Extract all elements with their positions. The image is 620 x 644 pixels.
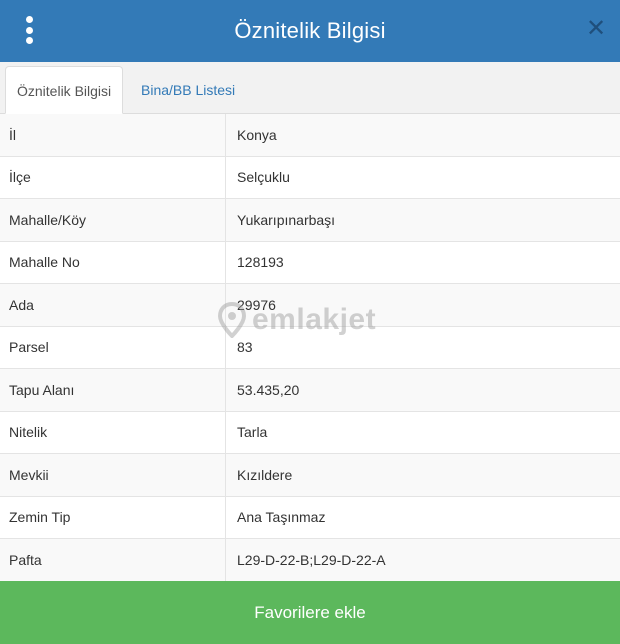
table-row: Nitelik Tarla [0,411,620,454]
row-label: Mahalle No [0,241,226,283]
table-row: Parsel 83 [0,326,620,369]
tab-bina-bb-listesi[interactable]: Bina/BB Listesi [130,66,246,114]
table-row: Mevkii Kızıldere [0,454,620,497]
row-value: Kızıldere [237,466,293,483]
table-row: Tapu Alanı 53.435,20 [0,369,620,412]
row-value: 83 [237,339,253,356]
modal-header: Öznitelik Bilgisi ✕ [0,0,620,62]
row-value: 53.435,20 [237,381,300,398]
row-label: Mevkii [0,454,226,496]
row-label: Parsel [0,326,226,368]
modal-title: Öznitelik Bilgisi [234,18,386,43]
row-value: Ana Taşınmaz [237,509,326,526]
row-value: Tarla [237,424,268,441]
row-label: Nitelik [0,411,226,453]
row-label: Pafta [0,539,226,581]
row-value: Selçuklu [237,169,290,186]
close-icon[interactable]: ✕ [586,17,606,41]
vertical-dots-icon[interactable] [18,16,40,44]
row-label: Tapu Alanı [0,369,226,411]
row-value: Yukarıpınarbaşı [237,211,336,228]
row-value: Konya [237,126,277,143]
row-label: Ada [0,284,226,326]
table-row: İlçe Selçuklu [0,156,620,199]
table-row: Pafta L29-D-22-B;L29-D-22-A [0,539,620,582]
table-row: Mahalle No 128193 [0,241,620,284]
tab-oznitelik-bilgisi[interactable]: Öznitelik Bilgisi [5,66,124,114]
tab-bar: Öznitelik Bilgisi Bina/BB Listesi [0,62,620,114]
row-label: Zemin Tip [0,496,226,538]
row-label: İl [0,114,226,156]
add-to-favorites-button[interactable]: Favorilere ekle [0,581,620,644]
row-value: 128193 [237,254,284,271]
row-label: İlçe [0,156,226,198]
row-label: Mahalle/Köy [0,199,226,241]
table-row: İl Konya [0,114,620,157]
table-row: Ada 29976 [0,284,620,327]
row-value: 29976 [237,296,276,313]
table-row: Zemin Tip Ana Taşınmaz [0,496,620,539]
table-row: Mahalle/Köy Yukarıpınarbaşı [0,199,620,242]
attribute-table: İl Konya İlçe Selçuklu Mahalle/Köy Yukar… [0,114,620,582]
row-value: L29-D-22-B;L29-D-22-A [237,551,386,568]
